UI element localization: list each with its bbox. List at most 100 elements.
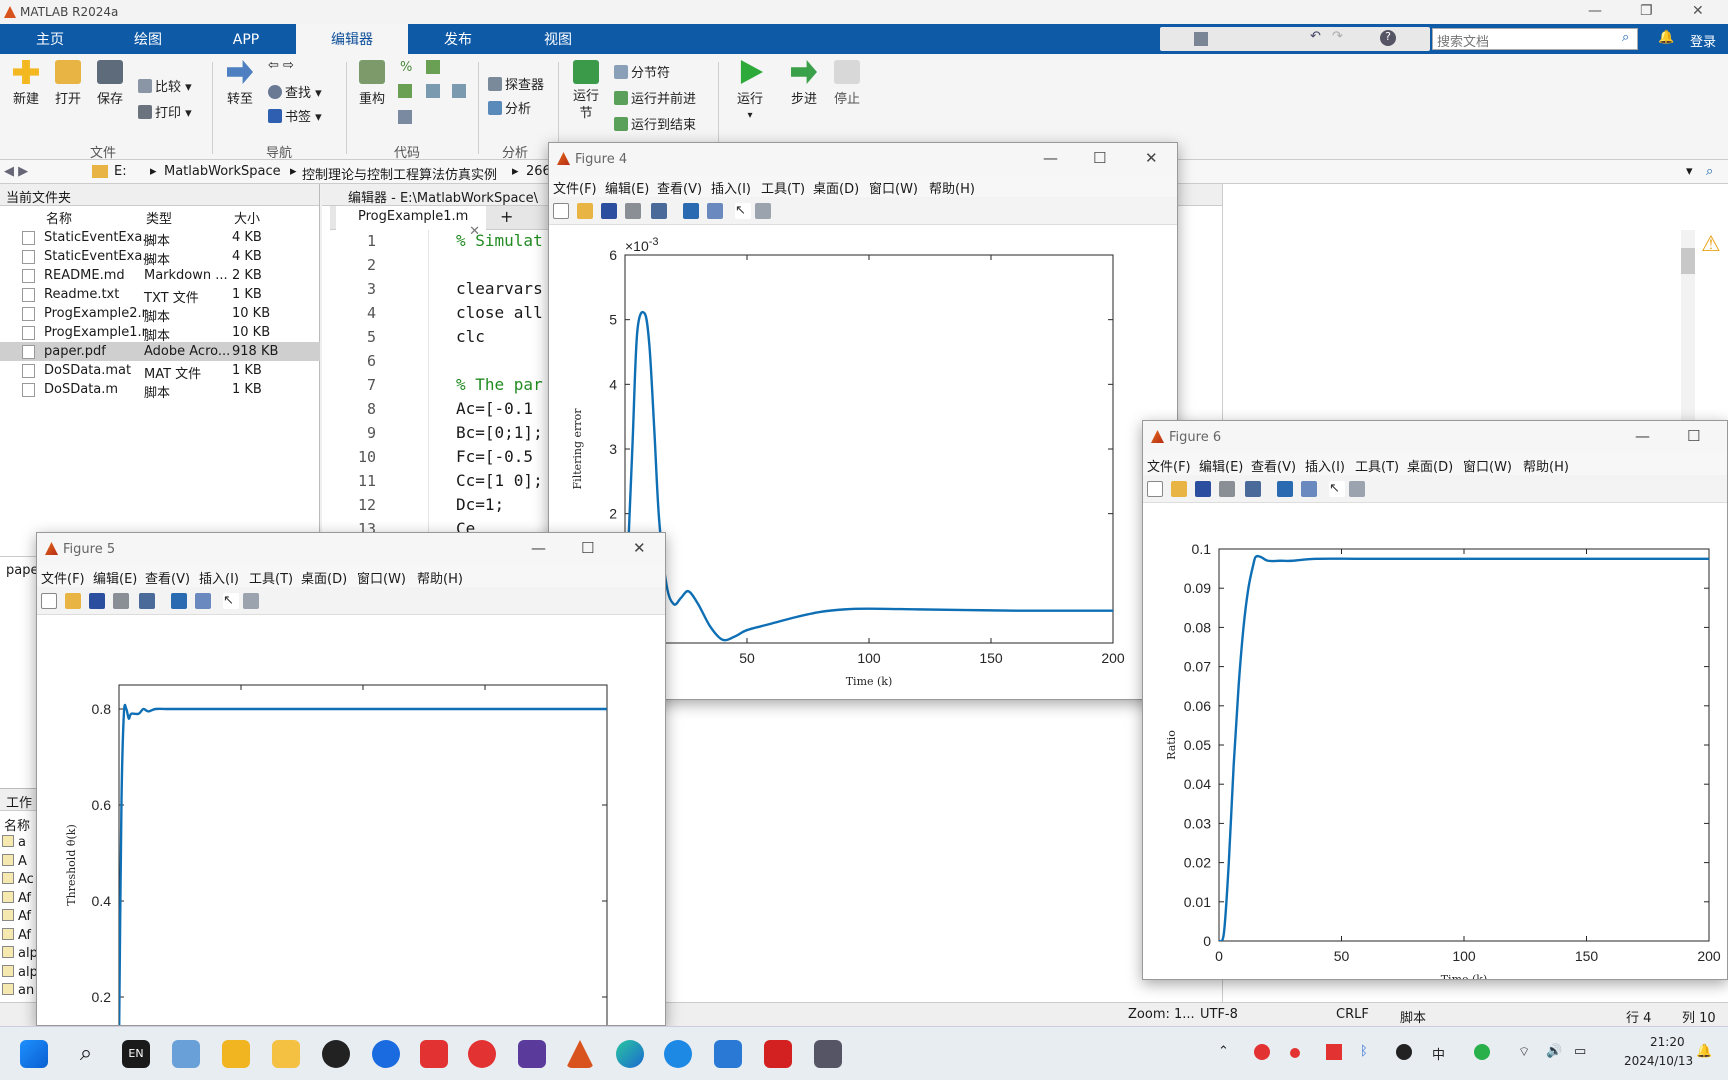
- browser-icon[interactable]: [664, 1040, 692, 1068]
- add-tab-icon[interactable]: +: [500, 207, 513, 226]
- file-row[interactable]: StaticEventExa... 脚本 4 KB: [0, 247, 320, 268]
- menu-desktop[interactable]: 桌面(D): [813, 178, 859, 197]
- workspace-var[interactable]: a: [2, 835, 26, 850]
- notes-icon[interactable]: [272, 1040, 300, 1068]
- help-icon[interactable]: ?: [1380, 30, 1396, 46]
- menu-desktop[interactable]: 桌面(D): [1407, 456, 1453, 475]
- redo-icon[interactable]: ↷: [1332, 29, 1343, 44]
- pointer-icon[interactable]: ↖: [735, 203, 751, 219]
- bluetooth-icon[interactable]: ᛒ: [1360, 1044, 1368, 1059]
- tray-green-icon[interactable]: [1474, 1044, 1490, 1060]
- print-icon[interactable]: [1219, 481, 1235, 497]
- figure-5-chart[interactable]: 0.2 0.4 0.6 0.8 Threshold θ(k): [37, 615, 665, 1025]
- tray-record-icon[interactable]: [1290, 1048, 1300, 1058]
- open-icon[interactable]: [577, 203, 593, 219]
- header-name[interactable]: 名称: [46, 208, 72, 227]
- menu-help[interactable]: 帮助(H): [417, 568, 463, 587]
- file-row[interactable]: Readme.txt TXT 文件 1 KB: [0, 285, 320, 306]
- menu-window[interactable]: 窗口(W): [869, 178, 918, 197]
- minimize-icon[interactable]: —: [1043, 149, 1058, 167]
- breadcrumb-drive[interactable]: E:: [114, 164, 127, 179]
- menu-insert[interactable]: 插入(I): [1305, 456, 1345, 475]
- back-nav-icon[interactable]: ⇦ ⇨: [268, 58, 294, 73]
- code-line[interactable]: Fc=[-0.5: [456, 447, 533, 466]
- pointer-icon[interactable]: ↖: [223, 593, 239, 609]
- figure-6-window[interactable]: Figure 6 — ☐ 文件(F) 编辑(E) 查看(V) 插入(I) 工具(T) 桌面(…: [1142, 420, 1728, 980]
- menu-edit[interactable]: 编辑(E): [605, 178, 649, 197]
- code-line[interactable]: % The par: [456, 375, 543, 394]
- tab-editor[interactable]: 编辑器: [296, 24, 408, 54]
- save-icon[interactable]: [601, 203, 617, 219]
- colorbar-icon[interactable]: [171, 593, 187, 609]
- minimize-icon[interactable]: —: [1588, 3, 1602, 19]
- close-icon[interactable]: ✕: [633, 539, 646, 557]
- vscode-icon[interactable]: [714, 1040, 742, 1068]
- header-type[interactable]: 类型: [146, 208, 172, 227]
- battery-icon[interactable]: ▭: [1574, 1044, 1586, 1059]
- youdao-icon[interactable]: [420, 1040, 448, 1068]
- menu-insert[interactable]: 插入(I): [199, 568, 239, 587]
- code-line[interactable]: Bc=[0;1];: [456, 423, 543, 442]
- search-icon[interactable]: ⌕: [1622, 30, 1629, 45]
- qq-icon[interactable]: [322, 1040, 350, 1068]
- run-section-button[interactable]: 运行节: [566, 60, 606, 122]
- code-line[interactable]: % Simulat: [456, 231, 543, 250]
- k-app-icon[interactable]: [372, 1040, 400, 1068]
- run-advance-button[interactable]: 运行并前进: [614, 88, 696, 107]
- link-icon[interactable]: [139, 593, 155, 609]
- photos-icon[interactable]: [172, 1040, 200, 1068]
- file-row[interactable]: StaticEventExa... 脚本 4 KB: [0, 228, 320, 249]
- file-row[interactable]: paper.pdf Adobe Acro... 918 KB: [0, 342, 320, 361]
- file-explorer-icon[interactable]: [222, 1040, 250, 1068]
- open-icon[interactable]: [1171, 481, 1187, 497]
- close-icon[interactable]: ✕: [1692, 3, 1704, 19]
- analyze-button[interactable]: 分析: [488, 98, 531, 117]
- colorbar-icon[interactable]: [683, 203, 699, 219]
- compare-button[interactable]: 比较 ▾: [138, 76, 192, 95]
- minimize-icon[interactable]: —: [531, 539, 546, 557]
- open-icon[interactable]: [65, 593, 81, 609]
- code-line[interactable]: Ac=[-0.1: [456, 399, 533, 418]
- new-figure-icon[interactable]: [41, 593, 57, 609]
- maximize-icon[interactable]: ☐: [1687, 427, 1700, 445]
- menu-view[interactable]: 查看(V): [145, 568, 190, 587]
- save-button[interactable]: 保存: [92, 60, 128, 107]
- restore-icon[interactable]: ❐: [1640, 3, 1653, 19]
- wrap-icon[interactable]: [426, 60, 440, 74]
- menu-window[interactable]: 窗口(W): [357, 568, 406, 587]
- open-button[interactable]: 打开: [50, 60, 86, 107]
- run-button[interactable]: 运行 ▾: [730, 60, 770, 122]
- menu-insert[interactable]: 插入(I): [711, 178, 751, 197]
- stop-button[interactable]: 停止: [829, 60, 865, 107]
- maximize-icon[interactable]: ☐: [581, 539, 594, 557]
- find-button[interactable]: 查找 ▾: [268, 82, 322, 101]
- menu-help[interactable]: 帮助(H): [1523, 456, 1569, 475]
- app-icon[interactable]: [518, 1040, 546, 1068]
- notification-icon[interactable]: 🔔: [1696, 1044, 1712, 1059]
- colorbar-icon[interactable]: [1277, 481, 1293, 497]
- workspace-var[interactable]: alp: [2, 946, 38, 961]
- tray-app-icon[interactable]: [1254, 1044, 1270, 1060]
- tab-view[interactable]: 视图: [508, 24, 608, 54]
- menu-file[interactable]: 文件(F): [41, 568, 85, 587]
- workspace-name-header[interactable]: 名称: [4, 815, 30, 834]
- indent-icon[interactable]: [398, 110, 412, 124]
- run-to-end-button[interactable]: 运行到结束: [614, 114, 696, 133]
- menu-tools[interactable]: 工具(T): [761, 178, 805, 197]
- ime-indicator[interactable]: 中: [1432, 1044, 1445, 1063]
- menu-view[interactable]: 查看(V): [1251, 456, 1296, 475]
- menu-edit[interactable]: 编辑(E): [1199, 456, 1243, 475]
- edge-icon[interactable]: [616, 1040, 644, 1068]
- tab-home[interactable]: 主页: [0, 24, 100, 54]
- refactor-button[interactable]: 重构: [354, 60, 390, 107]
- decrease-indent-icon[interactable]: [452, 84, 466, 98]
- new-figure-icon[interactable]: [553, 203, 569, 219]
- recorder-icon[interactable]: [468, 1040, 496, 1068]
- print-button[interactable]: 打印 ▾: [138, 102, 192, 121]
- smart-indent-icon[interactable]: [426, 84, 440, 98]
- explorer-button[interactable]: 探查器: [488, 74, 544, 93]
- figure-6-chart[interactable]: 0 50 100 150 200 0 0.01 0.02 0.03 0.04 0.05 0.06 0.0…: [1143, 503, 1727, 979]
- workspace-var[interactable]: Ac: [2, 872, 34, 887]
- step-button[interactable]: 步进: [786, 60, 822, 107]
- code-line[interactable]: Cc=[1 0];: [456, 471, 543, 490]
